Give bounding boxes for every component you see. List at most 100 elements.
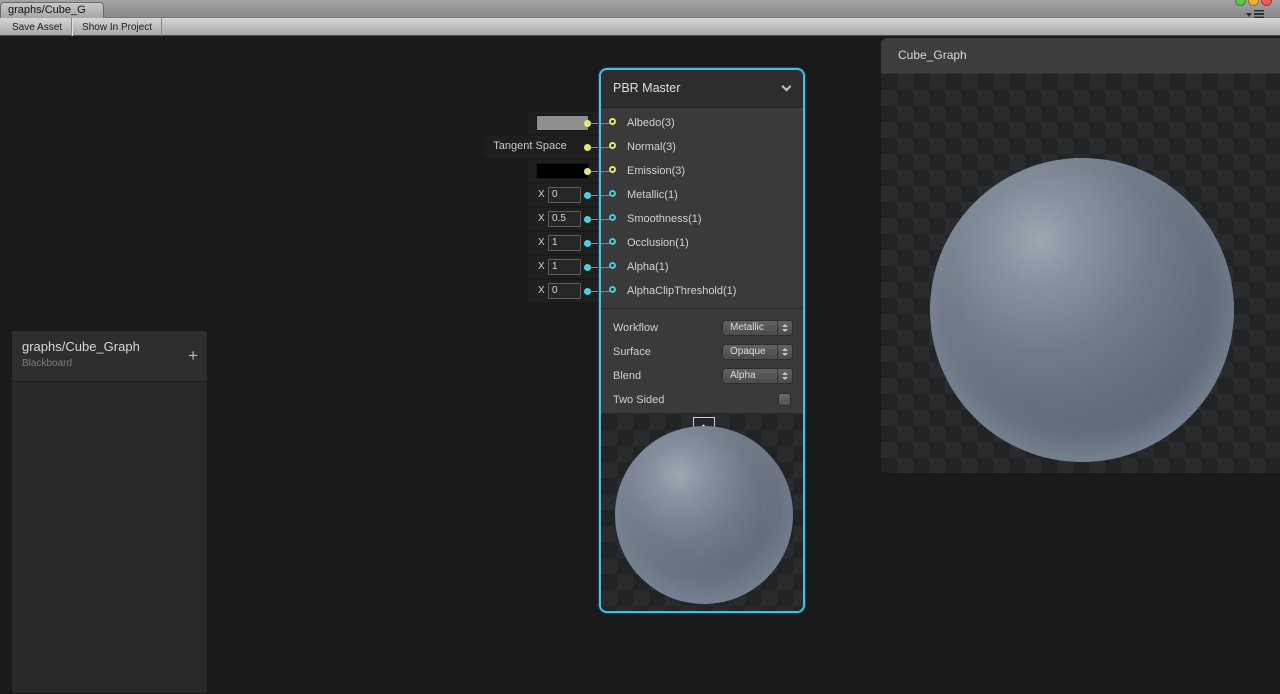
blackboard-panel[interactable]: graphs/Cube_Graph Blackboard + xyxy=(11,330,208,694)
port-input-emission[interactable] xyxy=(528,160,598,182)
vector-x-value-field[interactable]: 0 xyxy=(548,283,581,299)
port-label: Smoothness(1) xyxy=(627,208,702,231)
main-preview-sphere xyxy=(930,158,1234,462)
port-connector-dot xyxy=(584,288,591,295)
port-input-metallic[interactable]: X0 xyxy=(528,184,598,206)
port-emission-3[interactable]: Emission(3) xyxy=(601,160,803,184)
show-in-project-button[interactable]: Show In Project xyxy=(72,18,162,36)
dropdown-arrows-icon xyxy=(777,321,792,335)
color-swatch[interactable] xyxy=(536,115,589,131)
blend-dropdown[interactable]: Alpha xyxy=(722,368,793,384)
vector-x-label: X xyxy=(538,208,545,229)
port-label: Normal(3) xyxy=(627,136,676,159)
port-normal-3[interactable]: Normal(3) xyxy=(601,136,803,160)
control-row-surface: Surface Opaque xyxy=(601,341,803,365)
graph-canvas[interactable]: graphs/Cube_Graph Blackboard + Tangent S… xyxy=(0,36,1280,658)
dropdown-arrows-icon xyxy=(777,345,792,359)
vector-x-value-field[interactable]: 1 xyxy=(548,235,581,251)
node-title: PBR Master xyxy=(613,70,680,107)
dropdown-triangle-icon xyxy=(1246,13,1252,17)
port-connector-dot xyxy=(584,240,591,247)
port-input-alphaclipthreshold[interactable]: X0 xyxy=(528,280,598,302)
port-input-alpha[interactable]: X1 xyxy=(528,256,598,278)
tab-graphs-cube-g[interactable]: graphs/Cube_G xyxy=(0,2,104,18)
control-row-blend: Blend Alpha xyxy=(601,365,803,389)
node-preview-area xyxy=(601,413,803,613)
vector-x-label: X xyxy=(538,232,545,253)
toolbar: Save Asset Show In Project xyxy=(0,18,1280,36)
port-circle-icon[interactable] xyxy=(609,142,616,149)
dropdown-value: Metallic xyxy=(730,321,764,335)
vector-x-value-field[interactable]: 0.5 xyxy=(548,211,581,227)
pbr-master-node[interactable]: PBR Master Albedo(3)Normal(3)Emission(3)… xyxy=(599,68,805,613)
pane-menu-icon[interactable] xyxy=(1246,10,1264,18)
port-circle-icon[interactable] xyxy=(609,286,616,293)
control-label: Two Sided xyxy=(613,389,664,411)
window-button-yellow[interactable] xyxy=(1248,0,1259,6)
port-alpha-1[interactable]: Alpha(1) xyxy=(601,256,803,280)
control-row-two-sided: Two Sided xyxy=(601,389,803,413)
port-label: AlphaClipThreshold(1) xyxy=(627,280,736,303)
tab-bar: graphs/Cube_G xyxy=(0,0,1280,18)
hamburger-icon xyxy=(1254,10,1264,18)
port-circle-icon[interactable] xyxy=(609,166,616,173)
control-label: Blend xyxy=(613,365,641,387)
port-label: Alpha(1) xyxy=(627,256,669,279)
vector-x-label: X xyxy=(538,256,545,277)
port-metallic-1[interactable]: Metallic(1) xyxy=(601,184,803,208)
control-label: Workflow xyxy=(613,317,658,339)
add-property-button[interactable]: + xyxy=(188,347,198,364)
chevron-down-icon[interactable] xyxy=(782,82,792,92)
control-row-workflow: Workflow Metallic xyxy=(601,317,803,341)
main-preview-panel[interactable]: Cube_Graph xyxy=(881,38,1280,473)
control-label: Surface xyxy=(613,341,651,363)
tab-label: graphs/Cube_G xyxy=(8,4,86,16)
blackboard-header[interactable]: graphs/Cube_Graph Blackboard + xyxy=(12,331,207,382)
port-input-albedo[interactable] xyxy=(528,112,598,134)
port-label: Albedo(3) xyxy=(627,112,675,135)
node-header[interactable]: PBR Master xyxy=(601,70,803,108)
vector-x-value-field[interactable]: 1 xyxy=(548,259,581,275)
port-connector-dot xyxy=(584,192,591,199)
port-albedo-3[interactable]: Albedo(3) xyxy=(601,112,803,136)
port-connector-dot xyxy=(584,264,591,271)
port-alphaclipthreshold-1[interactable]: AlphaClipThreshold(1) xyxy=(601,280,803,304)
blackboard-subtitle: Blackboard xyxy=(22,358,197,369)
color-swatch[interactable] xyxy=(536,163,589,179)
main-preview-header[interactable]: Cube_Graph xyxy=(881,38,1280,74)
port-label: Metallic(1) xyxy=(627,184,678,207)
port-input-label: Tangent Space xyxy=(484,136,576,157)
workflow-dropdown[interactable]: Metallic xyxy=(722,320,793,336)
surface-dropdown[interactable]: Opaque xyxy=(722,344,793,360)
node-preview-sphere xyxy=(615,426,793,604)
vector-x-label: X xyxy=(538,280,545,301)
port-connector-dot xyxy=(584,144,591,151)
dropdown-value: Alpha xyxy=(730,369,756,383)
vector-x-label: X xyxy=(538,184,545,205)
port-circle-icon[interactable] xyxy=(609,214,616,221)
port-label: Emission(3) xyxy=(627,160,685,183)
port-connector-dot xyxy=(584,168,591,175)
port-circle-icon[interactable] xyxy=(609,238,616,245)
blackboard-title: graphs/Cube_Graph xyxy=(22,339,197,354)
main-preview-body[interactable] xyxy=(881,74,1280,473)
two-sided-checkbox[interactable] xyxy=(778,393,791,406)
port-input-normal[interactable]: Tangent Space xyxy=(484,136,598,158)
dropdown-arrows-icon xyxy=(777,369,792,383)
save-asset-button[interactable]: Save Asset xyxy=(3,18,72,36)
port-connector-dot xyxy=(584,120,591,127)
master-node-controls: Workflow Metallic Surface Opaque Blend Alpha T… xyxy=(601,308,803,413)
port-input-smoothness[interactable]: X0.5 xyxy=(528,208,598,230)
window-button-green[interactable] xyxy=(1235,0,1246,6)
port-connector-dot xyxy=(584,216,591,223)
port-circle-icon[interactable] xyxy=(609,190,616,197)
port-smoothness-1[interactable]: Smoothness(1) xyxy=(601,208,803,232)
port-occlusion-1[interactable]: Occlusion(1) xyxy=(601,232,803,256)
port-input-occlusion[interactable]: X1 xyxy=(528,232,598,254)
port-circle-icon[interactable] xyxy=(609,262,616,269)
port-label: Occlusion(1) xyxy=(627,232,689,255)
vector-x-value-field[interactable]: 0 xyxy=(548,187,581,203)
dropdown-value: Opaque xyxy=(730,345,766,359)
port-circle-icon[interactable] xyxy=(609,118,616,125)
window-button-red[interactable] xyxy=(1261,0,1272,6)
